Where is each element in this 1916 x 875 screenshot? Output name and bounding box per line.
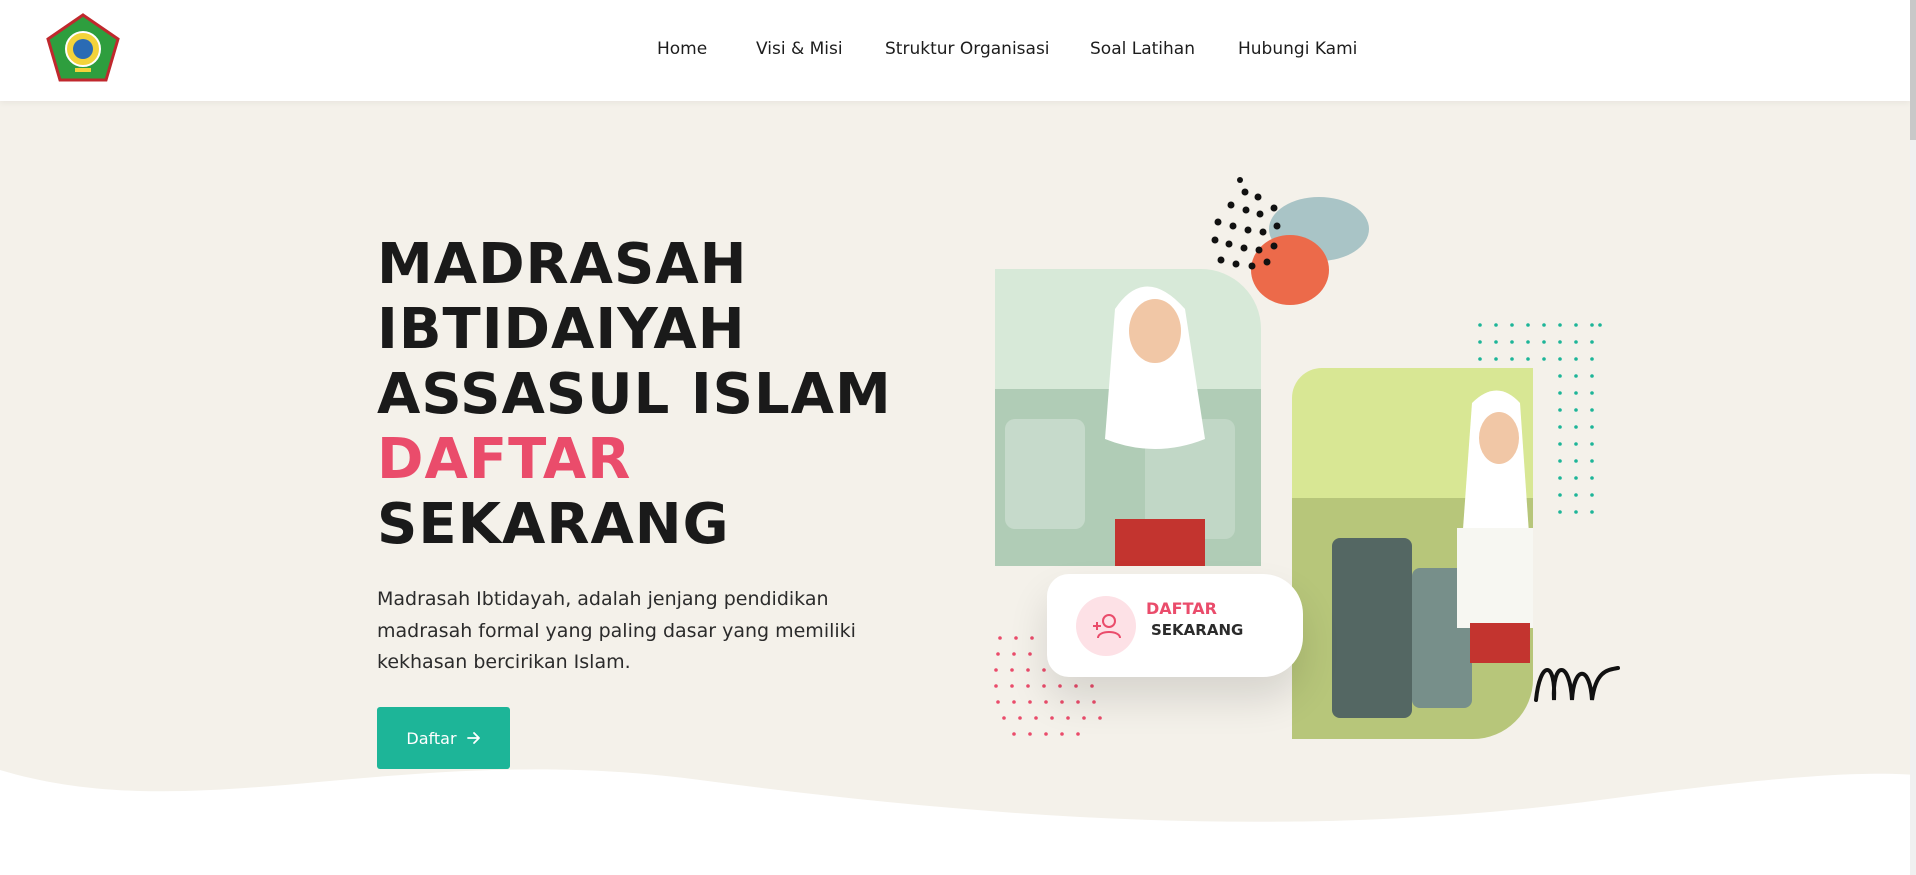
student-illustration-2 xyxy=(1292,390,1533,739)
nav-home[interactable]: Home xyxy=(657,39,707,59)
scrollbar-thumb[interactable] xyxy=(1910,0,1916,140)
main-nav: Home Visi & Misi Struktur Organisasi Soa… xyxy=(0,0,1910,101)
student-photo-1 xyxy=(995,269,1261,566)
daftar-sekarang-card[interactable]: DAFTAR SEKARANG xyxy=(1047,574,1303,677)
squiggle-line xyxy=(1534,666,1620,702)
student-photo-2 xyxy=(1292,368,1533,739)
card-line1: DAFTAR xyxy=(1146,599,1217,618)
nav-hubungi-kami[interactable]: Hubungi Kami xyxy=(1238,39,1357,59)
site-header: Home Visi & Misi Struktur Organisasi Soa… xyxy=(0,0,1910,101)
student-illustration-1 xyxy=(995,286,1261,566)
nav-visi-misi[interactable]: Visi & Misi xyxy=(756,39,843,59)
nav-struktur-organisasi[interactable]: Struktur Organisasi xyxy=(885,39,1050,59)
nav-soal-latihan[interactable]: Soal Latihan xyxy=(1090,39,1195,59)
blob-orange xyxy=(1251,235,1329,305)
user-plus-icon xyxy=(1076,596,1136,656)
hero-wave xyxy=(0,769,1916,875)
card-line2: SEKARANG xyxy=(1151,621,1244,639)
page-scrollbar[interactable] xyxy=(1910,0,1916,875)
